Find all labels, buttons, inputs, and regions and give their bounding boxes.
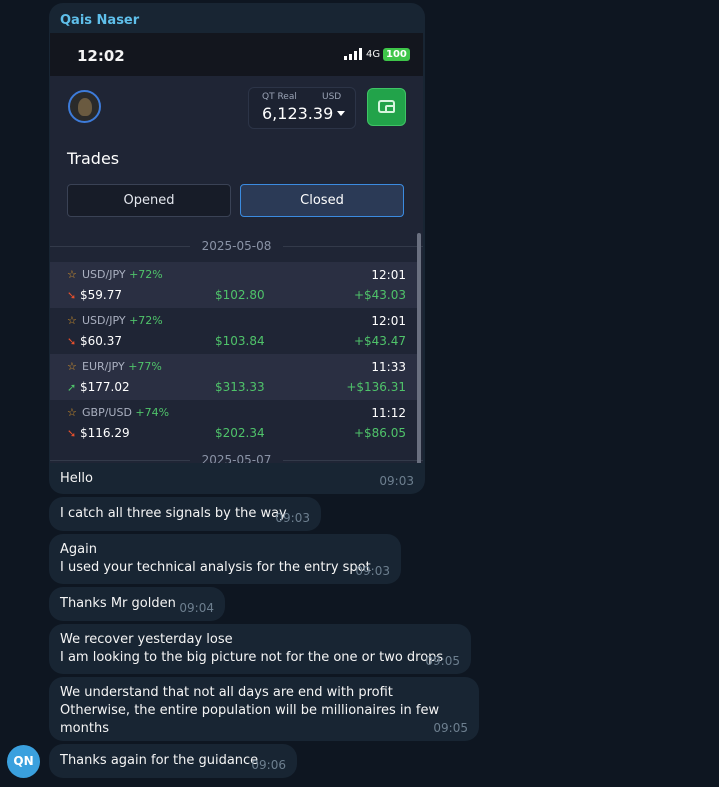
message-text: Thanks again for the guidance [60,753,259,768]
message-text: I catch all three signals by the way [60,506,287,521]
trade-pair: USD/JPY +72% [82,268,163,281]
date-separator: 2025-05-07 [50,453,423,463]
trade-stake: $59.77 [80,288,122,302]
message-bubble[interactable]: Thanks Mr golden 09:04 [49,587,225,621]
trade-payout: $202.34 [215,426,265,440]
message-bubble[interactable]: I catch all three signals by the way 09:… [49,497,321,531]
profile-avatar [68,90,101,123]
trade-pair: GBP/USD +74% [82,406,169,419]
scrollbar [417,233,421,463]
message-time: 09:05 [425,654,460,668]
message-time: 09:03 [379,474,414,488]
payout-percent: +77% [128,360,162,373]
pair-symbol: EUR/JPY [82,360,125,373]
message-time: 09:06 [251,758,286,772]
trade-pair: USD/JPY +72% [82,314,163,327]
message-bubble[interactable]: We recover yesterday lose I am looking t… [49,624,471,674]
trade-pair: EUR/JPY +77% [82,360,162,373]
trade-stake: $177.02 [80,380,130,394]
star-icon: ☆ [67,268,77,281]
account-selector: QT Real USD 6,123.39 [248,87,356,129]
trade-profit: +$43.03 [353,288,406,302]
star-icon: ☆ [67,406,77,419]
message-text: Thanks Mr golden [60,596,176,611]
trade-time: 12:01 [371,268,406,282]
currency-label: USD [322,92,342,102]
trade-row: ☆ EUR/JPY +77% 11:33 ➚ $177.02 $313.33 +$136.3… [50,354,418,400]
battery-icon: 100 [383,48,410,61]
tab-closed: Closed [240,184,404,217]
sender-avatar[interactable]: QN [7,745,40,778]
account-type-label: QT Real [262,92,297,102]
tab-opened: Opened [67,184,231,217]
message-time: 09:03 [355,564,390,578]
wallet-icon [378,100,395,113]
pair-symbol: GBP/USD [82,406,132,419]
trade-stake: $116.29 [80,426,130,440]
message-text: Hello [60,471,93,486]
message-text: We understand that not all days are end … [60,685,393,700]
direction-up-icon: ➚ [67,381,77,394]
message-time: 09:05 [433,721,468,735]
message-text: I used your technical analysis for the e… [60,560,371,575]
message-bubble-photo[interactable]: Qais Naser 12:02 4G 100 QT Real USD 6,12… [49,3,425,494]
trades-title: Trades [67,149,120,168]
message-text: We recover yesterday lose [60,632,233,647]
direction-down-icon: ➘ [67,427,77,440]
status-clock: 12:02 [77,47,125,65]
direction-down-icon: ➘ [67,335,77,348]
pair-symbol: USD/JPY [82,314,126,327]
message-text: Otherwise, the entire population will be… [60,703,440,736]
trade-row: ☆ GBP/USD +74% 11:12 ➘ $116.29 $202.34 +$86.05 [50,400,418,446]
message-time: 09:03 [275,511,310,525]
payout-percent: +74% [135,406,170,419]
message-time: 09:04 [179,601,214,615]
star-icon: ☆ [67,314,77,327]
trade-payout: $102.80 [215,288,265,302]
trade-time: 11:33 [371,360,406,374]
direction-down-icon: ➘ [67,289,77,302]
trade-profit: +$86.05 [353,426,406,440]
sender-name[interactable]: Qais Naser [60,13,139,28]
message-text: Again [60,542,97,557]
trade-profit: +$43.47 [353,334,406,348]
trade-stake: $60.37 [80,334,122,348]
phone-status-bar: 12:02 4G 100 [50,33,423,76]
payout-percent: +72% [129,314,163,327]
signal-icon [344,47,362,60]
wallet-button [367,88,406,126]
trade-row: ☆ USD/JPY +72% 12:01 ➘ $59.77 $102.80 +$43.03 [50,262,418,308]
trade-time: 11:12 [371,406,406,420]
balance-value: 6,123.39 [262,104,334,123]
date-separator: 2025-05-08 [50,239,423,253]
message-bubble[interactable]: Again I used your technical analysis for… [49,534,401,584]
trade-time: 12:01 [371,314,406,328]
caret-down-icon [337,111,345,116]
message-text: I am looking to the big picture not for … [60,650,444,665]
trades-screenshot[interactable]: 12:02 4G 100 QT Real USD 6,123.39 Trades… [50,33,423,463]
trade-profit: +$136.31 [346,380,406,394]
trade-payout: $103.84 [215,334,265,348]
pair-symbol: USD/JPY [82,268,126,281]
network-label: 4G [366,49,381,60]
payout-percent: +72% [129,268,163,281]
trade-payout: $313.33 [215,380,265,394]
message-bubble[interactable]: We understand that not all days are end … [49,677,479,741]
message-bubble[interactable]: Thanks again for the guidance 09:06 [49,744,297,778]
trade-row: ☆ USD/JPY +72% 12:01 ➘ $60.37 $103.84 +$43.47 [50,308,418,354]
star-icon: ☆ [67,360,77,373]
